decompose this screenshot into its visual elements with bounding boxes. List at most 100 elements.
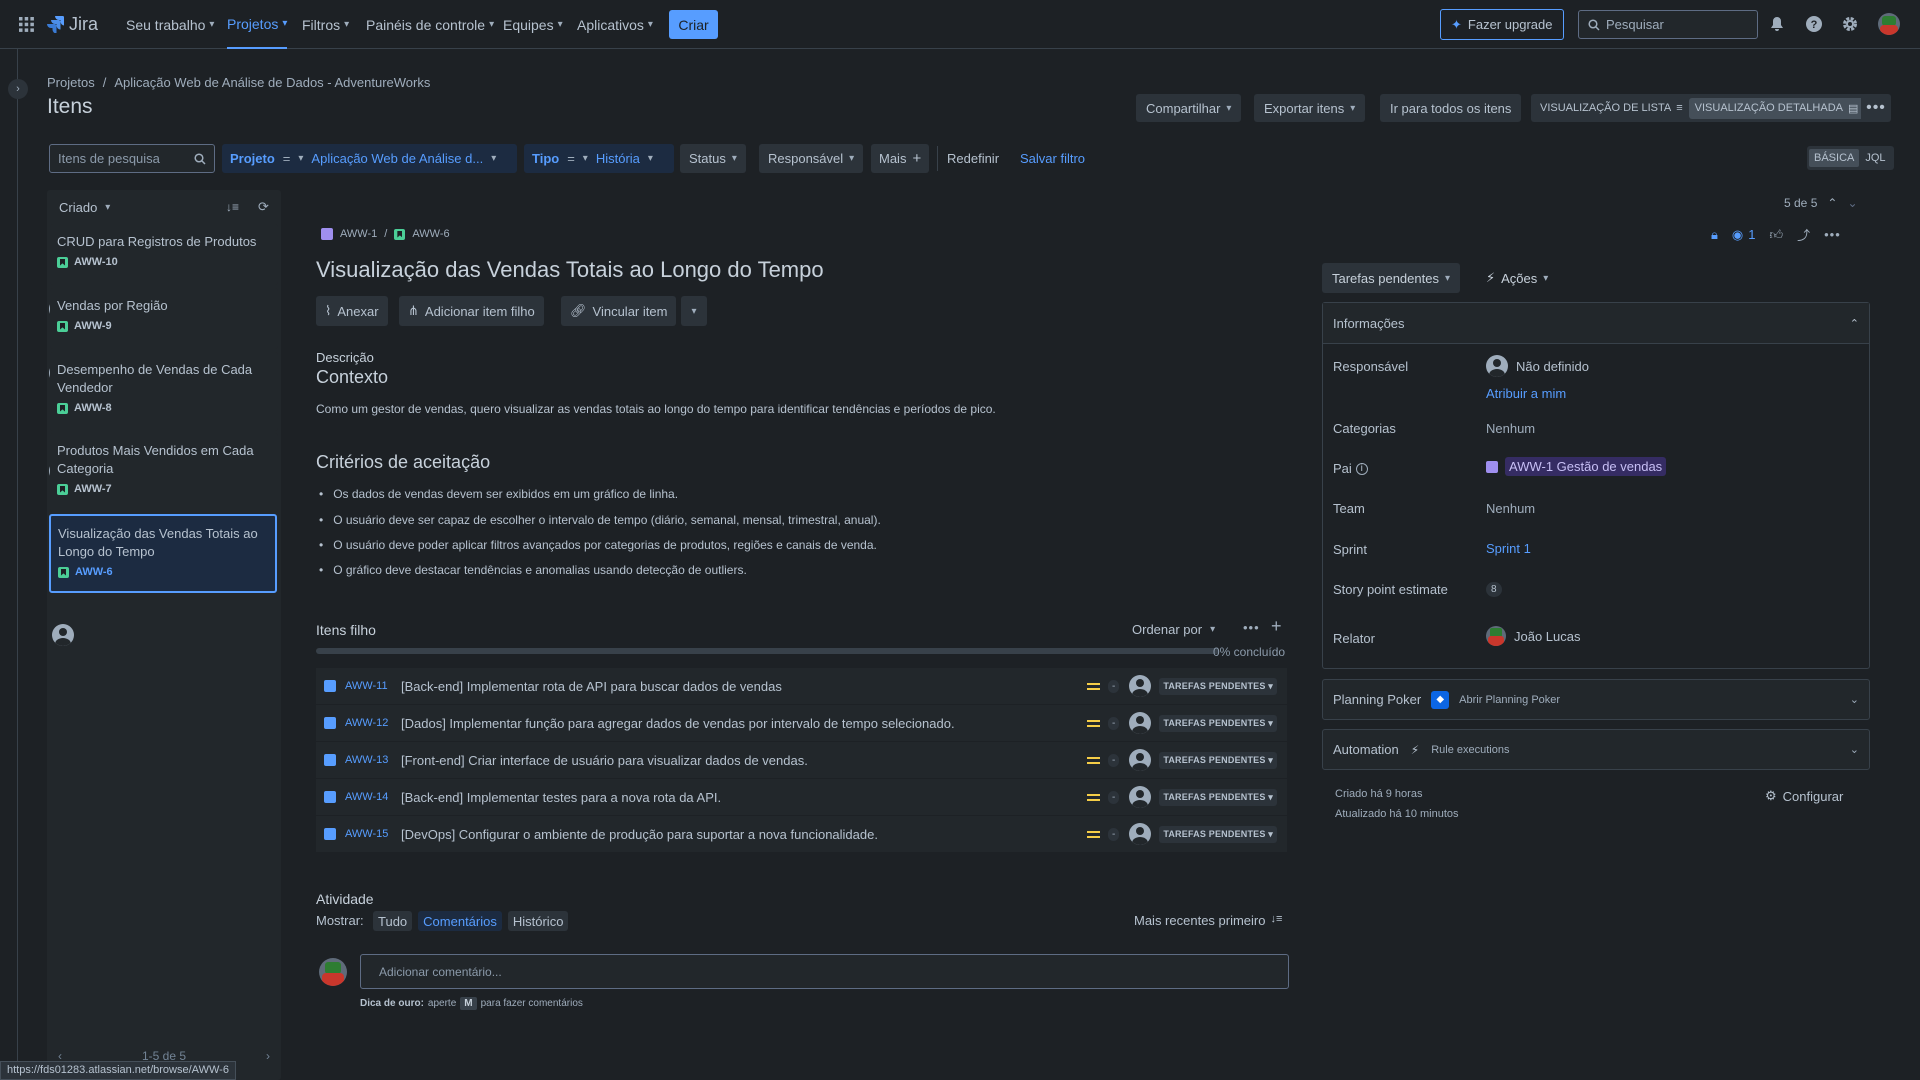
nav-your-work[interactable]: Seu trabalho ▾	[126, 0, 214, 49]
list-view-toggle[interactable]: VISUALIZAÇÃO DE LISTA ≡	[1534, 102, 1689, 114]
child-item-key[interactable]: AWW-13	[345, 754, 391, 766]
upgrade-button[interactable]: ✦ Fazer upgrade	[1440, 9, 1564, 40]
categories-value[interactable]: Nenhum	[1486, 421, 1535, 436]
more-icon[interactable]: •••	[1824, 227, 1841, 242]
project-filter-operator[interactable]: =	[283, 151, 291, 166]
breadcrumb-project[interactable]: Aplicação Web de Análise de Dados - Adve…	[114, 75, 430, 90]
share-icon[interactable]: ⤴	[1797, 225, 1810, 244]
jql-mode-toggle[interactable]: JQL	[1859, 149, 1891, 167]
item-search-field[interactable]: Itens de pesquisa	[49, 144, 215, 173]
status-dropdown[interactable]: TAREFAS PENDENTES ▾	[1159, 714, 1277, 732]
tab-comments[interactable]: Comentários	[418, 911, 502, 931]
list-item[interactable]: CRUD para Registros de Produtos AWW-10	[49, 224, 278, 320]
breadcrumb-projects[interactable]: Projetos	[47, 75, 95, 90]
user-avatar[interactable]	[1878, 13, 1900, 35]
automation-panel[interactable]: Automation ⚡︎ Rule executions ⌄	[1322, 729, 1870, 770]
type-filter[interactable]: Tipo = ▾ História ▾	[524, 144, 674, 173]
nav-teams[interactable]: Equipes ▾	[503, 0, 563, 49]
order-by-dropdown[interactable]: Ordenar por ▾	[1132, 622, 1215, 637]
create-button[interactable]: Criar	[669, 10, 718, 39]
child-item-key[interactable]: AWW-12	[345, 717, 391, 729]
global-search-input[interactable]: Pesquisar	[1606, 17, 1664, 32]
child-item-row[interactable]: AWW-15 [DevOps] Configurar o ambiente de …	[316, 816, 1287, 852]
parent-field[interactable]: AWW-1 Gestão de vendas	[1486, 457, 1667, 476]
tab-all[interactable]: Tudo	[373, 911, 413, 931]
basic-mode-toggle[interactable]: BÁSICA	[1809, 149, 1860, 167]
add-child-plus-icon[interactable]: +	[1271, 616, 1282, 637]
team-value[interactable]: Nenhum	[1486, 501, 1535, 516]
assignee-avatar-icon[interactable]	[1129, 823, 1152, 845]
nav-dashboards[interactable]: Painéis de controle ▾	[366, 0, 494, 49]
child-item-key[interactable]: AWW-15	[345, 828, 391, 840]
comment-input[interactable]: Adicionar comentário...	[360, 954, 1289, 989]
chevron-down-icon[interactable]: ⌄	[1847, 196, 1857, 210]
chevron-up-icon[interactable]: ⌃	[1827, 196, 1837, 210]
reset-filters-link[interactable]: Redefinir	[947, 151, 999, 166]
newest-first-toggle[interactable]: Mais recentes primeiro ↓≡	[1134, 913, 1282, 928]
project-filter[interactable]: Projeto = ▾ Aplicação Web de Análise d..…	[222, 144, 517, 173]
list-item[interactable]: Produtos Mais Vendidos em Cada Categoria…	[49, 433, 278, 563]
child-item-summary[interactable]: [Front-end] Criar interface de usuário p…	[401, 753, 1087, 768]
assignee-filter[interactable]: Responsável ▾	[759, 144, 864, 173]
list-item[interactable]: Vendas por Região AWW-9	[49, 288, 278, 384]
assignee-avatar-icon[interactable]	[1129, 675, 1152, 697]
status-dropdown[interactable]: TAREFAS PENDENTES ▾	[1159, 825, 1277, 843]
child-item-key[interactable]: AWW-14	[345, 791, 391, 803]
assignee-avatar-icon[interactable]	[1129, 749, 1152, 771]
nav-projects[interactable]: Projetos ▾	[227, 0, 288, 49]
jira-logo[interactable]: Jira	[46, 13, 98, 35]
child-item-row[interactable]: AWW-12 [Dados] Implementar função para ag…	[316, 705, 1287, 741]
assignee-field[interactable]: Não definido	[1486, 355, 1589, 377]
issue-key-link[interactable]: AWW-6	[412, 228, 449, 240]
parent-key-link[interactable]: AWW-1	[340, 228, 377, 240]
add-child-button[interactable]: ⋔ Adicionar item filho	[399, 296, 544, 326]
list-item-selected[interactable]: Visualização das Vendas Totais ao Longo …	[49, 514, 277, 646]
sprint-value[interactable]: Sprint 1	[1486, 541, 1531, 556]
child-item-key[interactable]: AWW-11	[345, 680, 391, 692]
child-item-summary[interactable]: [Dados] Implementar função para agregar …	[401, 716, 1087, 731]
list-item[interactable]: Desempenho de Vendas de Cada Vendedor AW…	[49, 352, 278, 482]
tab-history[interactable]: Histórico	[507, 911, 569, 931]
refresh-icon[interactable]: ⟳	[258, 199, 269, 215]
link-item-button[interactable]: 🔗︎ Vincular item	[561, 296, 677, 326]
planning-poker-panel[interactable]: Planning Poker ◆ Abrir Planning Poker ⌄	[1322, 679, 1870, 720]
app-switcher-icon[interactable]	[19, 17, 34, 32]
share-button[interactable]: Compartilhar ▾	[1136, 94, 1242, 122]
watch-button[interactable]: ◉ 1	[1732, 227, 1756, 243]
assignee-avatar-icon[interactable]	[1129, 712, 1152, 734]
child-item-row[interactable]: AWW-14 [Back-end] Implementar testes para…	[316, 779, 1287, 815]
lock-icon[interactable]: 🔒︎	[1711, 227, 1718, 243]
status-button[interactable]: Tarefas pendentes ▾	[1322, 263, 1460, 293]
notifications-icon[interactable]	[1769, 16, 1785, 32]
item-search-input[interactable]: Itens de pesquisa	[58, 151, 160, 166]
settings-gear-icon[interactable]	[1841, 15, 1859, 33]
export-button[interactable]: Exportar itens ▾	[1254, 94, 1366, 122]
child-item-row[interactable]: AWW-11 [Back-end] Implementar rota de API…	[316, 668, 1287, 704]
status-filter[interactable]: Status ▾	[680, 144, 746, 173]
thumbs-up-icon[interactable]: 👍︎	[1770, 227, 1784, 243]
expand-sidebar-button[interactable]: ›	[8, 79, 28, 99]
status-dropdown[interactable]: TAREFAS PENDENTES ▾	[1159, 788, 1277, 806]
child-item-summary[interactable]: [Back-end] Implementar testes para a nov…	[401, 790, 1087, 805]
save-filter-link[interactable]: Salvar filtro	[1020, 151, 1085, 166]
nav-filters[interactable]: Filtros ▾	[302, 0, 349, 49]
status-dropdown[interactable]: TAREFAS PENDENTES ▾	[1159, 751, 1277, 769]
help-icon[interactable]: ?	[1805, 15, 1823, 33]
attach-button[interactable]: ⌇ Anexar	[316, 296, 388, 326]
sort-order-icon[interactable]: ↓≡	[226, 200, 239, 214]
more-actions-button[interactable]: •••	[1861, 94, 1891, 122]
type-filter-operator[interactable]: =	[567, 151, 575, 166]
go-to-all-items-button[interactable]: Ir para todos os itens	[1380, 94, 1522, 122]
issue-title[interactable]: Visualização das Vendas Totais ao Longo …	[316, 257, 824, 283]
details-panel-header[interactable]: Informações ⌃	[1323, 303, 1869, 344]
configure-button[interactable]: ⚙︎ Configurar	[1765, 788, 1843, 804]
global-search[interactable]: Pesquisar	[1578, 10, 1758, 39]
next-page-icon[interactable]: ›	[266, 1049, 270, 1063]
more-filters-button[interactable]: Mais +	[871, 144, 930, 173]
assignee-avatar-icon[interactable]	[1129, 786, 1152, 808]
reporter-field[interactable]: João Lucas	[1486, 626, 1581, 646]
nav-apps[interactable]: Aplicativos ▾	[577, 0, 653, 49]
story-points-value[interactable]: 8	[1486, 582, 1502, 597]
detail-view-toggle[interactable]: VISUALIZAÇÃO DETALHADA ▤	[1688, 97, 1865, 119]
status-dropdown[interactable]: TAREFAS PENDENTES ▾	[1159, 677, 1277, 695]
